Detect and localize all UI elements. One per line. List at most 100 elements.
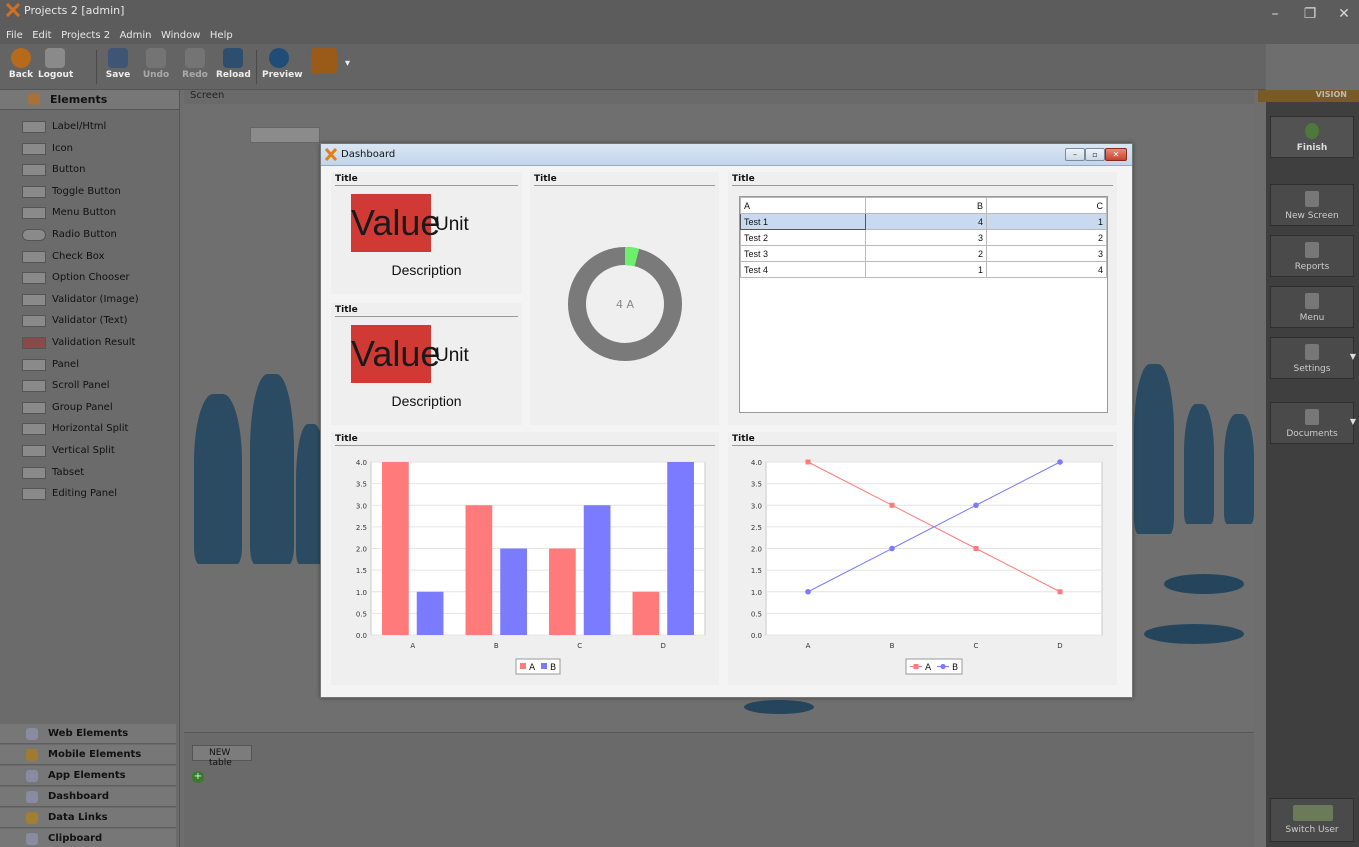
element-check-box[interactable]: Check Box bbox=[0, 246, 179, 268]
table-cell[interactable]: Test 4 bbox=[740, 261, 866, 278]
screen-breadcrumb[interactable]: Screen bbox=[184, 90, 1254, 104]
new-screen-button[interactable]: New Screen bbox=[1270, 184, 1354, 226]
table-cell[interactable]: Test 3 bbox=[740, 245, 866, 262]
table-cell[interactable]: Test 1 bbox=[740, 213, 866, 230]
section-mobile-elements[interactable]: Mobile Elements bbox=[0, 745, 176, 765]
column-header[interactable]: B bbox=[865, 197, 987, 214]
element-radio-button[interactable]: Radio Button bbox=[0, 224, 179, 246]
column-header[interactable]: C bbox=[986, 197, 1107, 214]
table-cell[interactable]: 3 bbox=[986, 245, 1107, 262]
table-cell[interactable]: 3 bbox=[865, 229, 987, 246]
group-panel-icon bbox=[22, 401, 46, 414]
section-dashboard[interactable]: Dashboard bbox=[0, 787, 176, 807]
documents-dropdown-icon[interactable]: ▼ bbox=[1350, 417, 1356, 426]
dashboard-minimize-button[interactable]: – bbox=[1065, 148, 1085, 161]
table-cell[interactable]: Test 2 bbox=[740, 229, 866, 246]
reports-button[interactable]: Reports bbox=[1270, 235, 1354, 277]
widget-title: Title bbox=[335, 434, 358, 444]
bar-chart-widget[interactable]: Title 0.0 0.5 1.0 1.5 2.0 2.5 3.0 3.5 4.0 A B C D A B bbox=[331, 432, 719, 685]
toggle-button-icon bbox=[22, 185, 46, 198]
table-row[interactable]: Test 4 1 4 bbox=[740, 261, 1107, 278]
section-data-links[interactable]: Data Links bbox=[0, 808, 176, 828]
section-app-elements[interactable]: App Elements bbox=[0, 766, 176, 786]
reload-button[interactable]: Reload bbox=[216, 48, 251, 86]
table-cell[interactable]: 1 bbox=[986, 213, 1107, 230]
back-button[interactable]: Back bbox=[4, 48, 38, 86]
donut-widget[interactable]: Title 4 A bbox=[530, 172, 719, 425]
settings-dropdown-icon[interactable]: ▼ bbox=[1350, 352, 1356, 361]
section-clipboard[interactable]: Clipboard bbox=[0, 829, 176, 847]
bottom-panel: NEW table + bbox=[184, 732, 1254, 847]
close-button[interactable]: ✕ bbox=[1334, 6, 1354, 22]
table-row[interactable]: Test 3 2 3 bbox=[740, 245, 1107, 262]
point-b bbox=[1057, 459, 1063, 465]
table-row[interactable]: Test 1 4 1 bbox=[740, 213, 1107, 230]
logout-button[interactable]: Logout bbox=[38, 48, 73, 86]
table-cell[interactable]: 4 bbox=[865, 213, 987, 230]
column-header[interactable]: A bbox=[740, 197, 866, 214]
menu-projects[interactable]: Projects 2 bbox=[61, 30, 110, 41]
point-a bbox=[889, 502, 895, 508]
finish-button[interactable]: Finish bbox=[1270, 116, 1354, 158]
menu-button[interactable]: Menu bbox=[1270, 286, 1354, 328]
toolbar-separator bbox=[96, 50, 97, 84]
menu-help[interactable]: Help bbox=[210, 30, 233, 41]
menu-file[interactable]: File bbox=[6, 30, 23, 41]
tools-menu-button[interactable] bbox=[304, 48, 344, 86]
background-dots bbox=[1164, 574, 1244, 594]
table-cell[interactable]: 4 bbox=[986, 261, 1107, 278]
table-cell[interactable]: 1 bbox=[865, 261, 987, 278]
table-row[interactable]: Test 2 3 2 bbox=[740, 229, 1107, 246]
section-web-elements[interactable]: Web Elements bbox=[0, 724, 176, 744]
element-vertical-split[interactable]: Vertical Split bbox=[0, 440, 179, 462]
table-cell[interactable]: 2 bbox=[986, 229, 1107, 246]
menu-window[interactable]: Window bbox=[161, 30, 200, 41]
element-editing-panel[interactable]: Editing Panel bbox=[0, 483, 179, 505]
documents-button[interactable]: Documents ▼ bbox=[1270, 402, 1356, 444]
undo-button[interactable]: Undo bbox=[139, 48, 173, 86]
menu-admin[interactable]: Admin bbox=[120, 30, 152, 41]
dashboard-title-bar[interactable]: Dashboard – ▫ ✕ bbox=[321, 144, 1132, 166]
background-figure bbox=[1134, 364, 1174, 534]
redo-button[interactable]: Redo bbox=[178, 48, 212, 86]
elements-header[interactable]: Elements bbox=[0, 90, 179, 110]
line-chart-widget[interactable]: Title 0.0 0.5 1.0 1.5 2.0 2.5 3.0 3.5 4.0 A B C D A B bbox=[728, 432, 1117, 685]
menu-edit[interactable]: Edit bbox=[32, 30, 51, 41]
table-widget[interactable]: Title A B C Test 1 4 1 Test 2 3 2 Test 3… bbox=[728, 172, 1117, 425]
dashboard-maximize-button[interactable]: ▫ bbox=[1085, 148, 1105, 161]
element-validation-result[interactable]: Validation Result bbox=[0, 332, 179, 354]
table-cell[interactable]: 2 bbox=[865, 245, 987, 262]
data-links-icon bbox=[26, 812, 38, 824]
element-validator-image[interactable]: Validator (Image) bbox=[0, 289, 179, 311]
element-validator-text[interactable]: Validator (Text) bbox=[0, 310, 179, 332]
value-widget[interactable]: Title Value Unit Description bbox=[331, 172, 522, 294]
scroll-panel-icon bbox=[22, 380, 46, 393]
save-button[interactable]: Save bbox=[101, 48, 135, 86]
settings-button[interactable]: Settings ▼ bbox=[1270, 337, 1356, 379]
y-tick-label: 3.0 bbox=[751, 502, 762, 510]
element-scroll-panel[interactable]: Scroll Panel bbox=[0, 375, 179, 397]
bar-a bbox=[632, 591, 660, 635]
element-button[interactable]: Button bbox=[0, 159, 179, 181]
dashboard-close-button[interactable]: ✕ bbox=[1105, 148, 1127, 161]
element-horizontal-split[interactable]: Horizontal Split bbox=[0, 418, 179, 440]
element-panel[interactable]: Panel bbox=[0, 354, 179, 376]
preview-button[interactable]: Preview bbox=[262, 48, 303, 86]
bar-chart: 0.0 0.5 1.0 1.5 2.0 2.5 3.0 3.5 4.0 A B C D A B bbox=[356, 459, 706, 675]
minimize-button[interactable]: – bbox=[1265, 6, 1285, 22]
element-toggle-button[interactable]: Toggle Button bbox=[0, 181, 179, 203]
element-group-panel[interactable]: Group Panel bbox=[0, 397, 179, 419]
restore-button[interactable]: ❐ bbox=[1300, 6, 1320, 22]
element-icon[interactable]: Icon bbox=[0, 138, 179, 160]
canvas-mini-toolbar[interactable] bbox=[250, 127, 320, 143]
value-box: Value bbox=[351, 194, 440, 252]
add-icon[interactable]: + bbox=[192, 771, 204, 783]
element-label-html[interactable]: Label/Html bbox=[0, 116, 179, 138]
element-option-chooser[interactable]: Option Chooser bbox=[0, 267, 179, 289]
value-widget[interactable]: Title Value Unit Description bbox=[331, 303, 522, 425]
tab-new-table[interactable]: NEW table bbox=[192, 745, 252, 768]
element-menu-button[interactable]: Menu Button bbox=[0, 202, 179, 224]
element-tabset[interactable]: Tabset bbox=[0, 462, 179, 484]
switch-user-button[interactable]: Switch User bbox=[1270, 798, 1354, 842]
tools-dropdown-arrow[interactable]: ▾ bbox=[345, 58, 350, 69]
